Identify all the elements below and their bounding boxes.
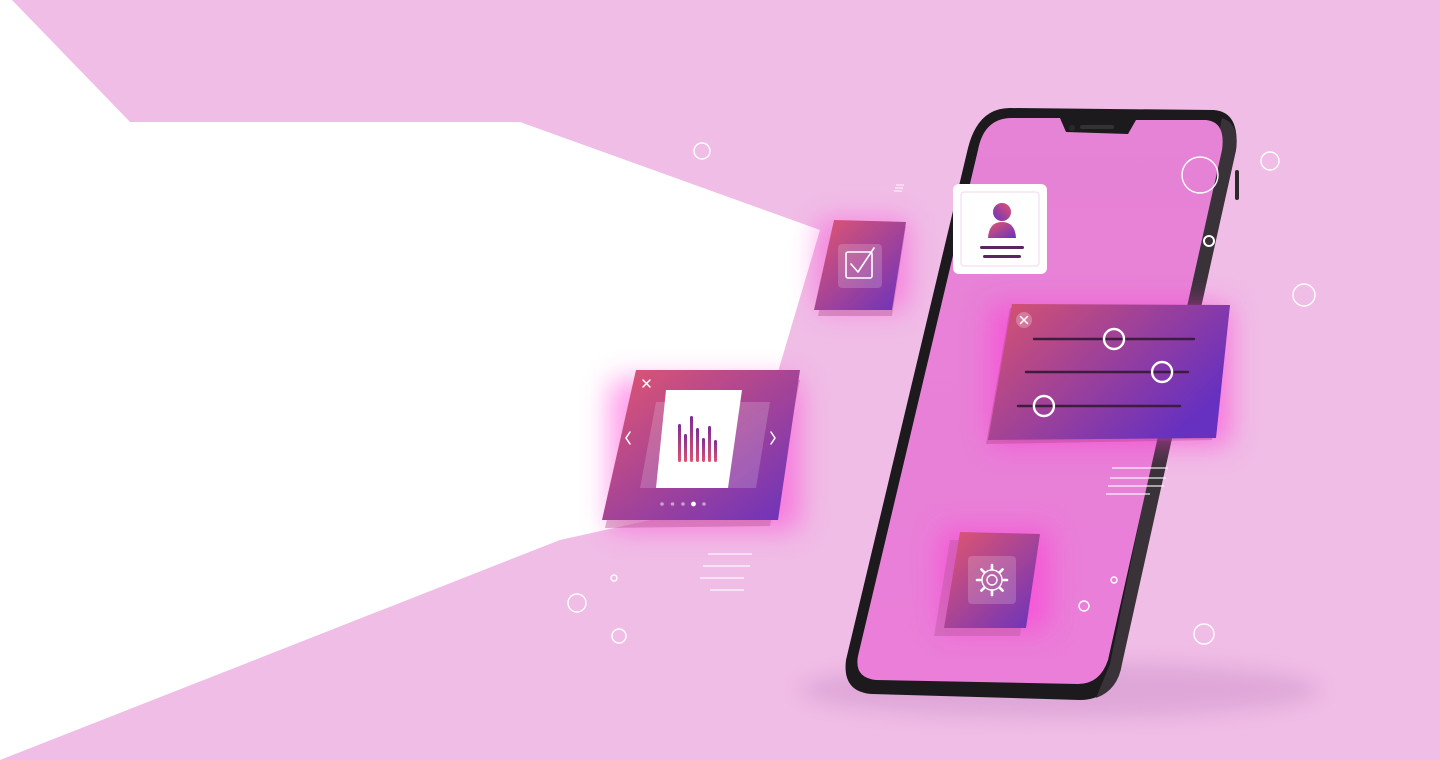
front-camera [1069, 125, 1075, 131]
page-dot[interactable] [702, 502, 706, 506]
page-dot[interactable] [670, 502, 675, 506]
side-button [1235, 170, 1239, 200]
illustration-canvas [0, 0, 1440, 760]
profile-name-line [980, 246, 1024, 249]
page-dot[interactable] [681, 502, 685, 506]
speaker-grille [1080, 125, 1114, 129]
profile-card[interactable] [953, 184, 1047, 274]
chart-card[interactable] [602, 370, 800, 528]
page-dot[interactable] [660, 502, 664, 506]
page-dot-active[interactable] [691, 501, 696, 507]
sliders-close-button[interactable] [1016, 312, 1032, 328]
sliders-card[interactable] [986, 304, 1230, 444]
profile-detail-line [983, 255, 1021, 258]
hero-illustration [0, 0, 1440, 760]
settings-tile[interactable] [934, 532, 1040, 636]
